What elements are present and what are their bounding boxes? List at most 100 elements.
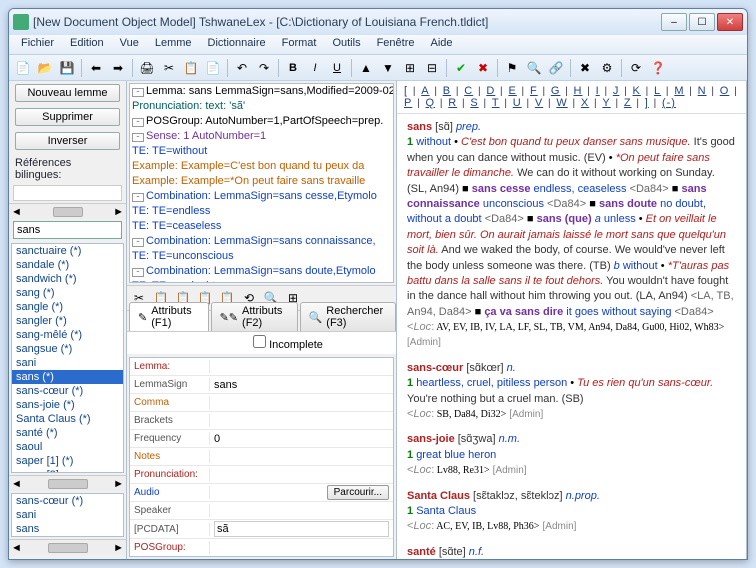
alpha-link[interactable]: Y bbox=[601, 97, 611, 109]
list2-hscroll[interactable]: ◄► bbox=[9, 539, 126, 555]
alpha-link[interactable]: I bbox=[595, 85, 601, 97]
list-item[interactable]: sans-cœur (*) bbox=[12, 494, 123, 508]
list-item[interactable]: sans bbox=[12, 522, 123, 536]
list-item[interactable]: sang (*) bbox=[12, 286, 123, 300]
lemma-list[interactable]: sanctuaire (*)sandale (*)sandwich (*)san… bbox=[11, 243, 124, 473]
list-item[interactable]: sanctuaire (*) bbox=[12, 244, 123, 258]
titlebar[interactable]: [New Document Object Model] TshwaneLex -… bbox=[9, 9, 747, 35]
tree-node-label[interactable]: Sense: 1 AutoNumber=1 bbox=[146, 130, 266, 142]
list1-hscroll[interactable]: ◄► bbox=[9, 475, 126, 491]
refs-list[interactable] bbox=[13, 185, 122, 201]
paste-icon[interactable]: 📄 bbox=[203, 58, 223, 78]
close-button[interactable]: ✕ bbox=[717, 13, 743, 31]
related-list[interactable]: sans-cœur (*)sanisans bbox=[11, 493, 124, 537]
tree-node-label[interactable]: Example: Example=*On peut faire sans tra… bbox=[132, 175, 365, 187]
new-lemma-button[interactable]: Nouveau lemme bbox=[15, 84, 120, 102]
list-item[interactable]: sandale (*) bbox=[12, 258, 123, 272]
tree-toggle[interactable]: - bbox=[132, 88, 144, 97]
print-icon[interactable]: 🖨 bbox=[137, 58, 157, 78]
new-icon[interactable]: 📄 bbox=[13, 58, 33, 78]
alpha-link[interactable]: J bbox=[612, 85, 621, 97]
browse-button[interactable]: Parcourir... bbox=[327, 485, 389, 500]
list-item[interactable]: santé (*) bbox=[12, 426, 123, 440]
list-item[interactable]: saper [1] (*) bbox=[12, 454, 123, 468]
tree-expand-icon[interactable]: ⊞ bbox=[400, 58, 420, 78]
undo-icon[interactable]: ↶ bbox=[232, 58, 252, 78]
menu-format[interactable]: Format bbox=[274, 35, 325, 54]
list-item[interactable]: saoul bbox=[12, 440, 123, 454]
alpha-link[interactable]: X bbox=[580, 97, 590, 109]
tools-icon[interactable]: ✖ bbox=[575, 58, 595, 78]
alpha-link[interactable]: O bbox=[719, 85, 731, 97]
list-item[interactable]: sans (*) bbox=[12, 370, 123, 384]
bold-icon[interactable]: B bbox=[283, 58, 303, 78]
underline-icon[interactable]: U bbox=[327, 58, 347, 78]
delete-button[interactable]: Supprimer bbox=[15, 108, 120, 126]
attribute-grid[interactable]: Lemma:LemmaSignsansCommaBracketsFrequenc… bbox=[129, 357, 394, 557]
alpha-link[interactable]: H bbox=[573, 85, 584, 97]
check-icon[interactable]: ✔ bbox=[451, 58, 471, 78]
list-item[interactable]: sani bbox=[12, 508, 123, 522]
tree-down-icon[interactable]: ▼ bbox=[378, 58, 398, 78]
alpha-link[interactable]: Q bbox=[425, 97, 437, 109]
italic-icon[interactable]: I bbox=[305, 58, 325, 78]
incomplete-checkbox[interactable]: Incomplete bbox=[253, 339, 323, 351]
list-item[interactable]: sandwich (*) bbox=[12, 272, 123, 286]
tree-node-label[interactable]: TE: TE=unconscious bbox=[132, 250, 234, 262]
alpha-link[interactable]: K bbox=[632, 85, 642, 97]
list-item[interactable]: sangle (*) bbox=[12, 300, 123, 314]
alpha-link[interactable]: ] bbox=[644, 97, 650, 109]
tree-node-label[interactable]: Combination: LemmaSign=sans connaissance… bbox=[146, 235, 376, 247]
tree-toggle[interactable]: - bbox=[132, 268, 144, 277]
tab-attributes-f1[interactable]: ✎Attributs (F1) bbox=[129, 302, 209, 331]
list-item[interactable]: Santa Claus (*) bbox=[12, 412, 123, 426]
alpha-link[interactable]: R bbox=[447, 97, 458, 109]
tree-node-label[interactable]: Combination: LemmaSign=sans cesse,Etymol… bbox=[146, 190, 377, 202]
alpha-link[interactable]: Z bbox=[623, 97, 633, 109]
alpha-link[interactable]: G bbox=[550, 85, 562, 97]
link-icon[interactable]: 🔗 bbox=[546, 58, 566, 78]
attr-value[interactable]: sans bbox=[214, 379, 237, 391]
menu-dictionnaire[interactable]: Dictionnaire bbox=[200, 35, 274, 54]
minimize-button[interactable]: ‒ bbox=[661, 13, 687, 31]
forward-icon[interactable]: ➡ bbox=[108, 58, 128, 78]
alpha-link[interactable]: D bbox=[485, 85, 496, 97]
list-item[interactable]: sang-mêlé (*) bbox=[12, 328, 123, 342]
menu-outils[interactable]: Outils bbox=[324, 35, 368, 54]
attr-input[interactable] bbox=[214, 521, 389, 537]
copy-icon[interactable]: 📋 bbox=[181, 58, 201, 78]
open-icon[interactable]: 📂 bbox=[35, 58, 55, 78]
menu-lemme[interactable]: Lemme bbox=[147, 35, 200, 54]
tree-node-label[interactable]: TE: TE=ceaseless bbox=[132, 220, 221, 232]
dictionary-preview[interactable]: sans [sɑ̃] prep.1 without • C'est bon qu… bbox=[397, 114, 746, 559]
structure-tree[interactable]: -Lemma: sans LemmaSign=sans,Modified=200… bbox=[129, 83, 394, 283]
tree-toggle[interactable]: - bbox=[132, 238, 144, 247]
menu-aide[interactable]: Aide bbox=[423, 35, 461, 54]
tab-attributes-f2[interactable]: ✎✎Attributs (F2) bbox=[211, 302, 298, 331]
find-icon[interactable]: 🔍 bbox=[524, 58, 544, 78]
alpha-link[interactable]: U bbox=[512, 97, 523, 109]
alpha-link[interactable]: M bbox=[673, 85, 685, 97]
tree-toggle[interactable]: - bbox=[132, 133, 144, 142]
save-icon[interactable]: 💾 bbox=[57, 58, 77, 78]
redo-icon[interactable]: ↷ bbox=[254, 58, 274, 78]
menu-vue[interactable]: Vue bbox=[112, 35, 147, 54]
list-item[interactable]: sans-cœur (*) bbox=[12, 384, 123, 398]
tree-node-label[interactable]: TE: TE=endless bbox=[132, 205, 210, 217]
tree-node-label[interactable]: POSGroup: AutoNumber=1,PartOfSpeech=prep… bbox=[146, 115, 383, 127]
alpha-link[interactable]: N bbox=[697, 85, 708, 97]
tree-node-label[interactable]: Example: Example=C'est bon quand tu peux… bbox=[132, 160, 364, 172]
delete-icon[interactable]: ✖ bbox=[473, 58, 493, 78]
tree-node-label[interactable]: Pronunciation: text: 'sã' bbox=[132, 100, 245, 112]
alpha-link[interactable]: S bbox=[469, 97, 479, 109]
list-item[interactable]: sangler (*) bbox=[12, 314, 123, 328]
cut-icon[interactable]: ✂ bbox=[159, 58, 179, 78]
list-item[interactable]: saper [2] bbox=[12, 468, 123, 473]
alpha-link[interactable]: F bbox=[529, 85, 539, 97]
search-input[interactable] bbox=[13, 221, 122, 239]
tree-node-label[interactable]: TE: TE=without bbox=[132, 145, 207, 157]
list-item[interactable]: sangsue (*) bbox=[12, 342, 123, 356]
alpha-link[interactable]: P bbox=[403, 97, 413, 109]
alpha-link[interactable]: V bbox=[534, 97, 544, 109]
alpha-link[interactable]: A bbox=[420, 85, 430, 97]
